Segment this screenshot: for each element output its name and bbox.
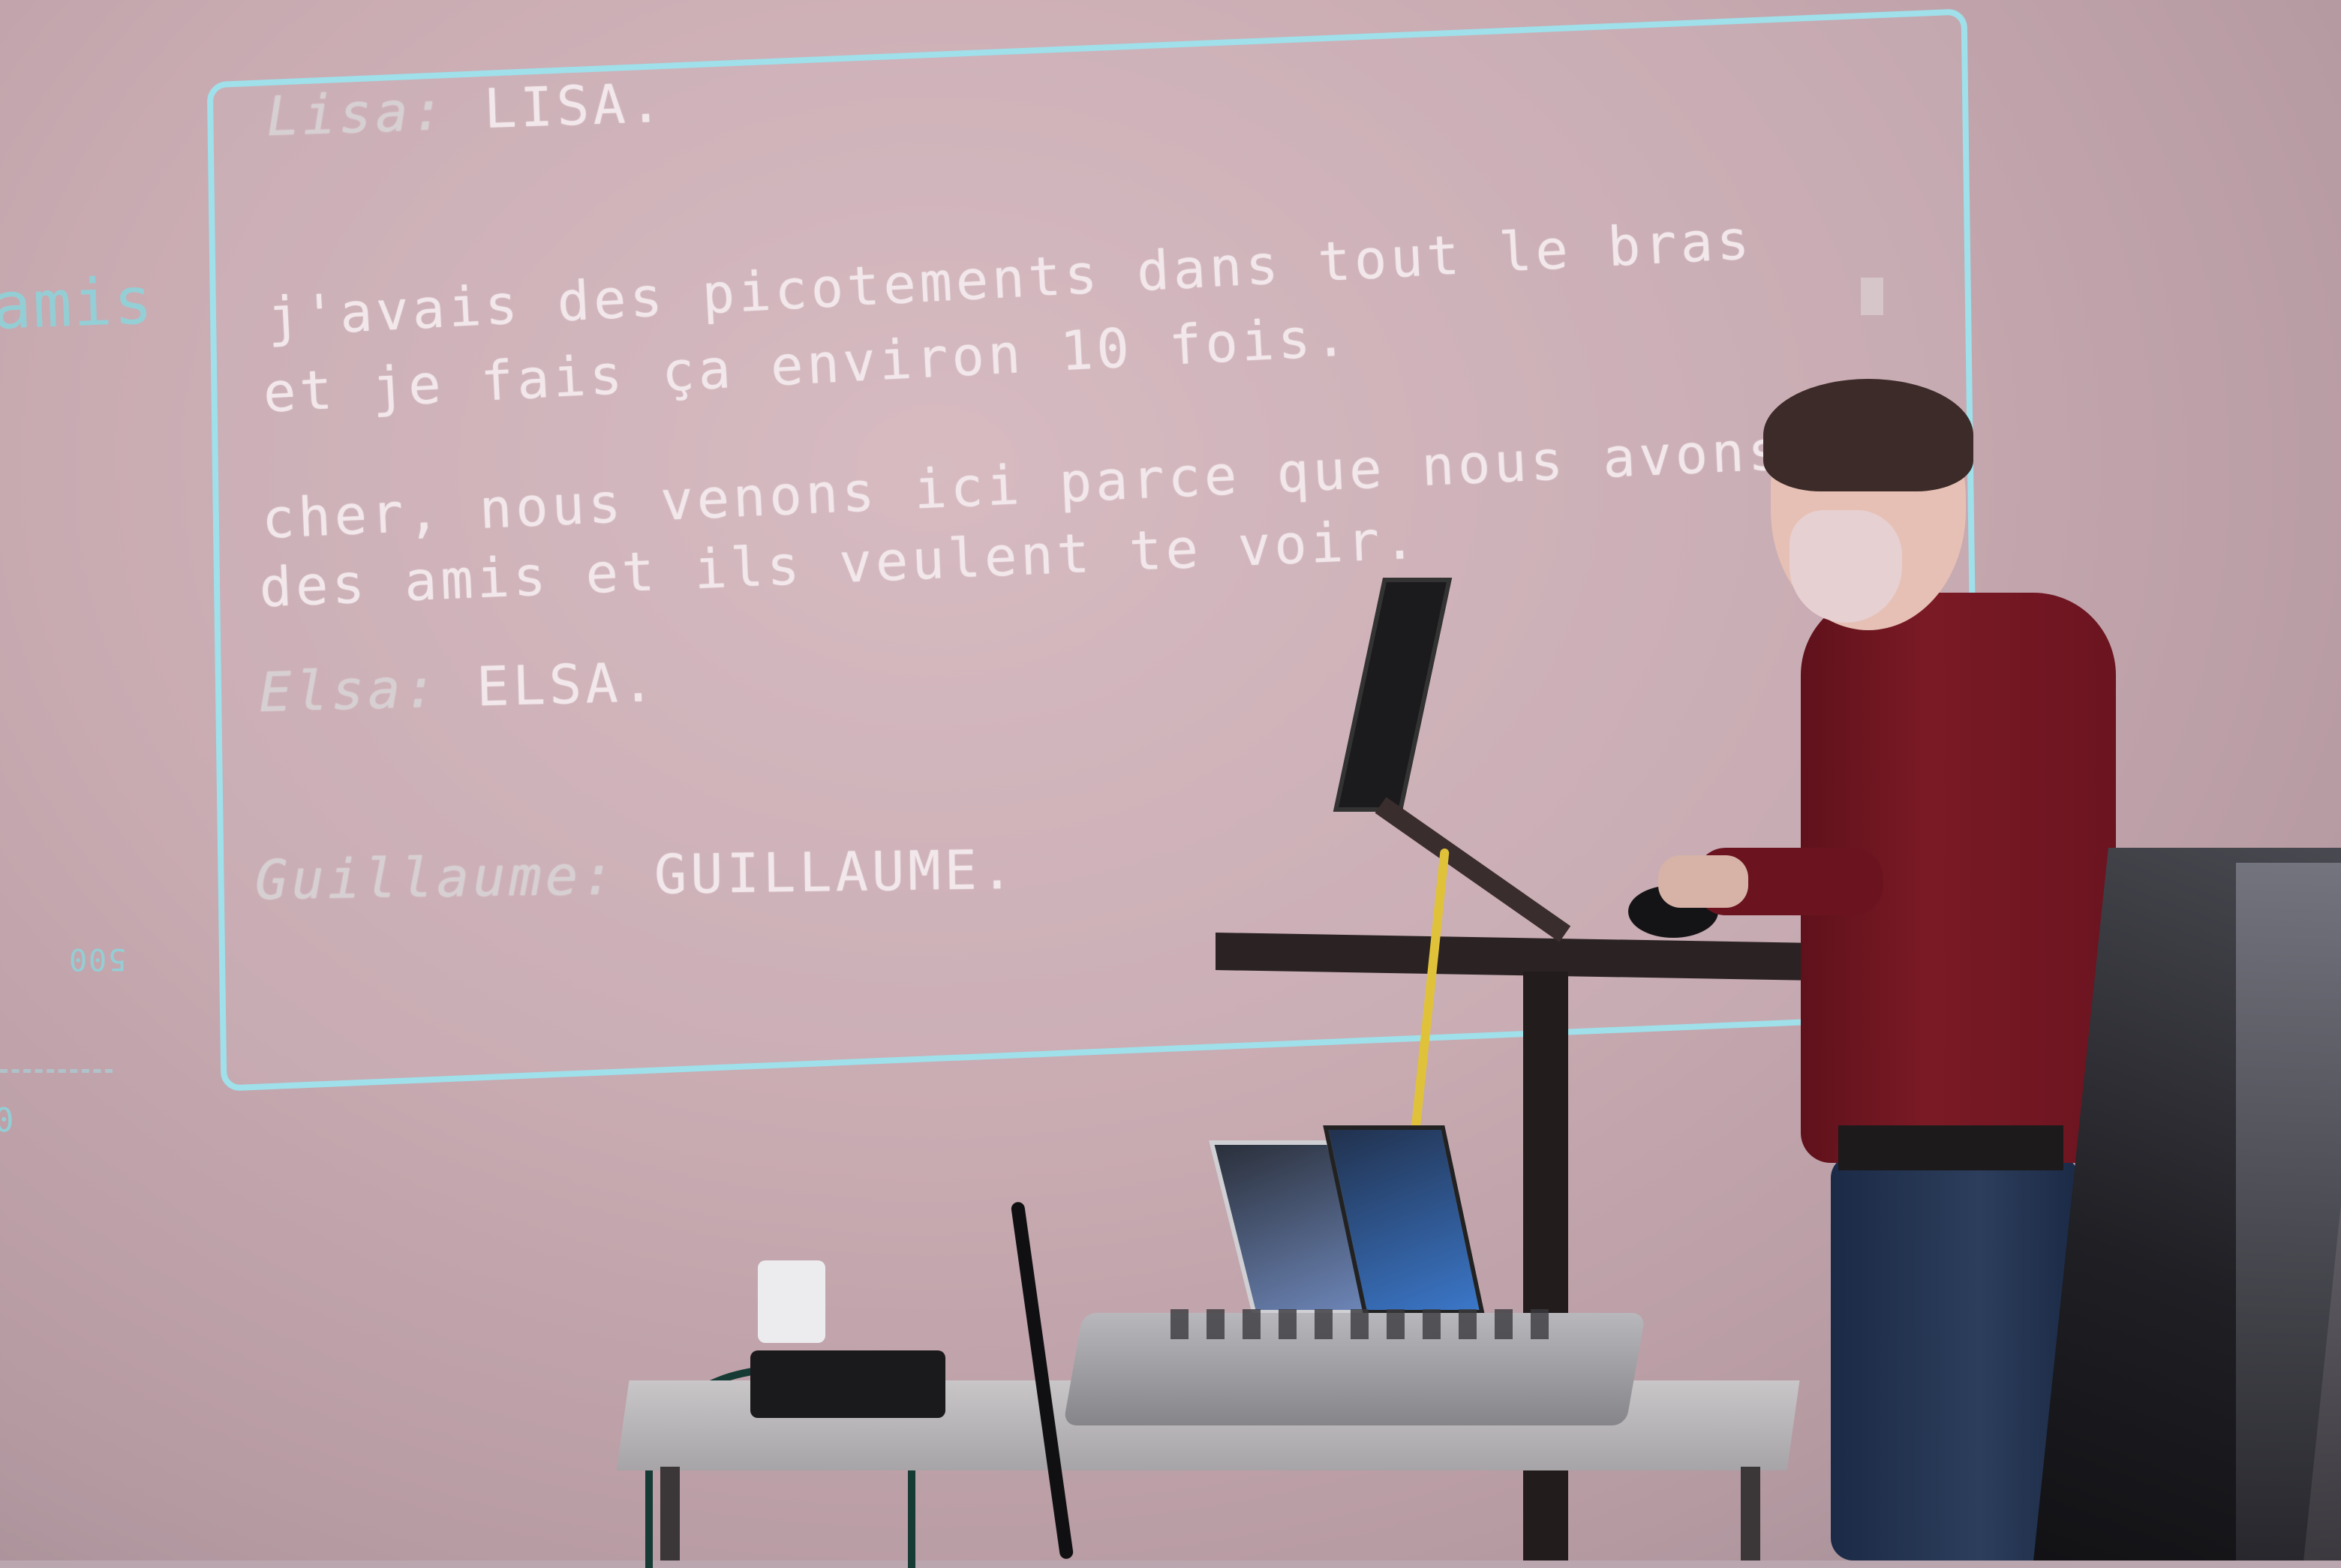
left-fragment-number: 500: [68, 942, 127, 976]
dialogue-line-lisa: Lisa: LISA.: [266, 71, 666, 149]
line-text: LISA.: [482, 71, 667, 141]
left-fragment-zero: 0: [0, 1101, 17, 1140]
face-mask: [1790, 510, 1902, 623]
power-adapter: [758, 1260, 825, 1343]
table-leg: [1741, 1467, 1760, 1560]
standing-desk-pole: [1523, 972, 1568, 1560]
speaker-name: Guillaume:: [254, 843, 619, 912]
foreground-equipment-edge: [2236, 863, 2341, 1560]
person-belt: [1838, 1125, 2063, 1170]
dialogue-line-guillaume: Guillaume: GUILLAUME.: [254, 838, 1017, 912]
left-fragment-amis: amis: [0, 263, 155, 344]
speaker-name: Lisa:: [265, 78, 449, 149]
speaker-name: Elsa:: [257, 656, 441, 724]
performance-scene: amis 500 0 Lisa: LISA. j'avais des picot…: [0, 0, 2341, 1568]
left-dashed-line: [0, 1069, 113, 1073]
table-leg: [660, 1467, 680, 1560]
line-text: ELSA.: [476, 650, 659, 719]
dialogue-line-elsa: Elsa: ELSA.: [258, 650, 659, 724]
power-strip: [750, 1350, 945, 1418]
person-hand: [1658, 855, 1748, 908]
line-text: GUILLAUME.: [654, 837, 1017, 906]
scrollbar-thumb: [1861, 278, 1883, 315]
mixer-knobs: [1170, 1309, 1561, 1339]
person-hair: [1763, 379, 1973, 491]
